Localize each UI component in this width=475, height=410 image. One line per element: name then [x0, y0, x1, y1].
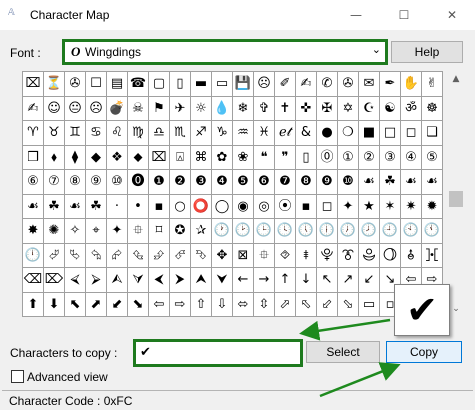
arrow-to-copy-input — [299, 318, 391, 341]
annotation-arrows — [299, 318, 401, 398]
arrow-to-copy-button — [319, 362, 401, 398]
